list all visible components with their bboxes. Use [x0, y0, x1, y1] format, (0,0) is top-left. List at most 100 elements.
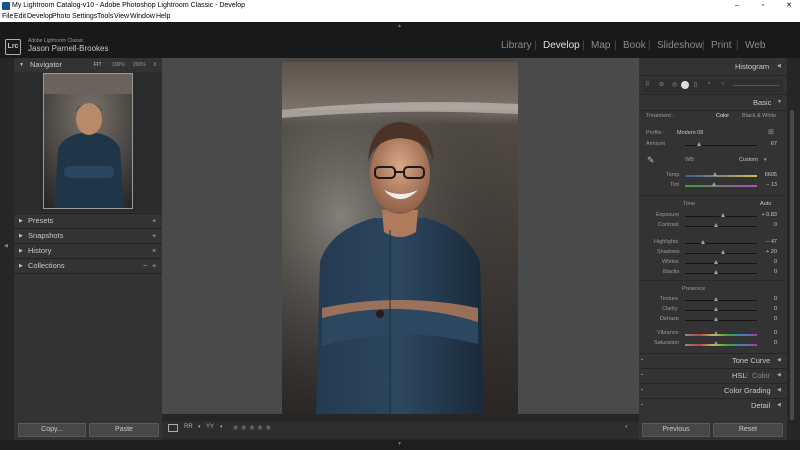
saturation-value[interactable]: 0 — [757, 340, 777, 346]
collapse-top-panel-icon[interactable]: ▲ — [397, 23, 402, 29]
expand-tone-curve-icon[interactable]: ◀ — [777, 357, 781, 363]
paste-button[interactable]: Paste — [89, 423, 159, 437]
expand-history-icon[interactable]: ▶ — [19, 244, 23, 258]
before-after-split-icon[interactable]: YY — [206, 424, 214, 430]
minimize-icon[interactable]: – — [728, 0, 746, 12]
wb-eyedropper-icon[interactable]: ✎ — [647, 155, 655, 166]
module-print[interactable]: Print — [711, 40, 732, 51]
main-photo[interactable] — [282, 62, 518, 414]
menu-edit[interactable]: Edit — [14, 12, 26, 22]
view-dropdown-icon[interactable]: ▾ — [220, 424, 223, 430]
module-library[interactable]: Library — [501, 40, 532, 51]
whites-slider-track[interactable] — [685, 263, 757, 264]
snapshots-panel-header[interactable]: ▶ Snapshots + — [14, 229, 162, 243]
blacks-slider-track[interactable] — [685, 273, 757, 274]
menu-settings[interactable]: Settings — [72, 12, 97, 22]
texture-slider-track[interactable] — [685, 300, 757, 301]
maximize-icon[interactable]: ▫ — [754, 0, 772, 12]
before-after-dropdown-icon[interactable]: ▾ — [198, 424, 201, 430]
add-snapshot-icon[interactable]: + — [152, 229, 156, 243]
before-after-lr-icon[interactable]: RR — [184, 424, 193, 430]
dehaze-value[interactable]: 0 — [757, 316, 777, 322]
expand-filmstrip-icon[interactable]: ▼ — [397, 441, 402, 447]
crop-tool-icon[interactable]: ⊖ — [659, 81, 664, 88]
amount-value[interactable]: 67 — [757, 141, 777, 147]
menu-view[interactable]: View — [114, 12, 129, 22]
amount-slider-track[interactable] — [685, 145, 757, 146]
saturation-slider-knob[interactable] — [714, 341, 718, 345]
highlights-value[interactable]: – 47 — [757, 239, 777, 245]
menu-tools[interactable]: Tools — [97, 12, 113, 22]
module-web[interactable]: Web — [745, 40, 765, 51]
menu-help[interactable]: Help — [156, 12, 170, 22]
basic-panel-title[interactable]: Basic — [753, 98, 771, 107]
collections-panel-header[interactable]: ▶ Collections − + — [14, 259, 162, 273]
menu-photo[interactable]: Photo — [52, 12, 70, 22]
collapse-histogram-icon[interactable]: ◀ — [777, 63, 781, 69]
star-rating[interactable]: ★★★★★ — [232, 423, 273, 432]
expand-collections-icon[interactable]: ▶ — [19, 259, 23, 273]
blacks-slider-knob[interactable] — [714, 270, 718, 274]
presets-panel-header[interactable]: ▶ Presets + — [14, 214, 162, 228]
module-book[interactable]: Book — [623, 40, 646, 51]
radial-tool-icon[interactable]: ○ — [721, 81, 725, 87]
histogram-title[interactable]: Histogram — [735, 62, 769, 71]
history-panel-header[interactable]: ▶ History × — [14, 244, 162, 258]
toolbar-menu-icon[interactable]: ▾ — [625, 424, 628, 430]
add-preset-icon[interactable]: + — [152, 214, 156, 228]
clarity-value[interactable]: 0 — [757, 306, 777, 312]
previous-button[interactable]: Previous — [642, 423, 710, 437]
tone-curve-panel-title[interactable]: Tone Curve — [732, 356, 770, 365]
menu-file[interactable]: File — [2, 12, 13, 22]
expand-presets-icon[interactable]: ▶ — [19, 214, 23, 228]
wb-preset-value[interactable]: Custom — [739, 157, 758, 163]
whites-value[interactable]: 0 — [757, 259, 777, 265]
blacks-value[interactable]: 0 — [757, 269, 777, 275]
brush-tool-icon[interactable]: ◔ — [707, 81, 711, 87]
tint-slider-knob[interactable] — [712, 182, 716, 186]
redeye-tool-icon[interactable] — [681, 81, 689, 89]
color-tab[interactable]: Color — [752, 371, 770, 380]
treatment-color-option[interactable]: Color — [716, 113, 729, 119]
expand-color-grading-icon[interactable]: ◀ — [777, 387, 781, 393]
dehaze-slider-knob[interactable] — [714, 317, 718, 321]
clear-history-icon[interactable]: × — [152, 244, 156, 258]
amount-slider-knob[interactable] — [697, 142, 701, 146]
texture-slider-knob[interactable] — [714, 297, 718, 301]
detail-panel-title[interactable]: Detail — [751, 401, 770, 410]
masking-tool-icon[interactable]: ▯ — [694, 81, 697, 88]
temp-value[interactable]: 6605 — [757, 172, 777, 178]
saturation-slider-track[interactable] — [685, 344, 757, 346]
contrast-slider-track[interactable] — [685, 226, 757, 227]
collapse-navigator-icon[interactable]: ▼ — [19, 58, 24, 72]
right-panel-scrollbar[interactable] — [790, 110, 794, 420]
add-collection-icon[interactable]: + — [152, 259, 156, 273]
tint-slider-track[interactable] — [685, 185, 757, 187]
clarity-slider-track[interactable] — [685, 310, 757, 311]
expand-detail-icon[interactable]: ◀ — [777, 402, 781, 408]
zoom-100[interactable]: 100% — [112, 58, 125, 72]
dehaze-slider-track[interactable] — [685, 320, 757, 321]
temp-slider-track[interactable] — [685, 175, 757, 177]
grid-tool-icon[interactable]: ⠿ — [645, 81, 649, 88]
reset-button[interactable]: Reset — [713, 423, 783, 437]
profile-browser-icon[interactable]: ⊞ — [768, 128, 774, 136]
menu-window[interactable]: Window — [130, 12, 155, 22]
exposure-slider-knob[interactable] — [721, 213, 725, 217]
expand-snapshots-icon[interactable]: ▶ — [19, 229, 23, 243]
detail-toggle-icon[interactable]: ▪ — [641, 402, 643, 408]
expand-hsl-icon[interactable]: ◀ — [777, 372, 781, 378]
navigator-header[interactable]: ▼ Navigator FIT : 100% 200% ⇕ — [14, 58, 162, 72]
vibrance-slider-track[interactable] — [685, 334, 757, 336]
color-grading-panel-title[interactable]: Color Grading — [724, 386, 771, 395]
highlights-slider-track[interactable] — [685, 243, 757, 244]
tool-strip-slider[interactable] — [733, 85, 779, 86]
module-develop[interactable]: Develop — [543, 40, 580, 51]
zoom-fit[interactable]: FIT — [94, 58, 102, 72]
shadows-value[interactable]: + 20 — [757, 249, 777, 255]
color-grading-toggle-icon[interactable]: ▪ — [641, 387, 643, 393]
exposure-value[interactable]: + 0.83 — [757, 212, 777, 218]
tone-curve-toggle-icon[interactable]: ▪ — [641, 357, 643, 363]
tint-value[interactable]: – 13 — [757, 182, 777, 188]
contrast-slider-knob[interactable] — [714, 223, 718, 227]
